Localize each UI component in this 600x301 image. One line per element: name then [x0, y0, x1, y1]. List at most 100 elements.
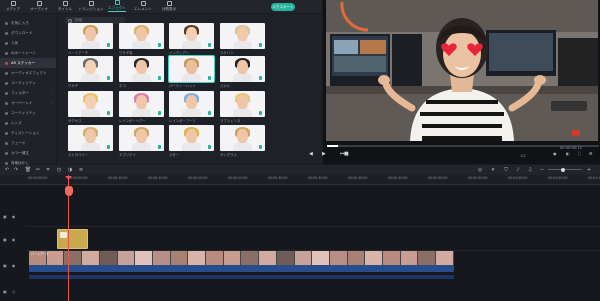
sidebar-item-favorites[interactable]: お気に入り [0, 18, 56, 28]
download-icon[interactable] [107, 43, 110, 47]
ruler-tick-label: 00:00:40:00 [348, 176, 368, 180]
download-icon[interactable] [259, 43, 262, 47]
tab-audio[interactable]: オーディオ [26, 0, 52, 13]
shield-icon[interactable]: ⛉ [503, 167, 509, 173]
sticker-thumbnail[interactable] [220, 91, 265, 117]
render-icon[interactable]: ◎ [477, 167, 483, 173]
playback-progress[interactable] [327, 145, 599, 147]
sticker-thumbnail[interactable] [220, 56, 265, 82]
download-icon[interactable] [158, 145, 161, 149]
download-icon[interactable] [158, 111, 161, 115]
redo-icon[interactable]: ↷ [13, 167, 19, 173]
tab-split-screen[interactable]: 分割表示 [156, 0, 182, 13]
export-button[interactable]: エクスポート [271, 3, 295, 11]
download-icon[interactable] [158, 43, 161, 47]
lock-icon[interactable]: ▣ [3, 237, 7, 242]
stop-button[interactable]: ■ [344, 151, 349, 157]
lock-icon[interactable]: ▣ [3, 263, 7, 268]
settings-icon[interactable]: ⚙ [589, 151, 593, 156]
sidebar-item-filters[interactable]: フィルター › [0, 88, 56, 98]
zoom-in-icon[interactable]: + [586, 167, 592, 173]
sidebar-item-fade[interactable]: フェード [0, 138, 56, 148]
effects-icon [114, 0, 120, 5]
zoom-out-icon[interactable]: − [539, 167, 545, 173]
sidebar-item-utility[interactable]: ユーティリティ [0, 108, 56, 118]
filter-icon [5, 91, 8, 95]
play-button[interactable]: ▶ [322, 151, 326, 157]
undo-icon[interactable]: ↶ [4, 167, 10, 173]
eye-icon[interactable]: ◉ [12, 237, 16, 242]
sticker-thumbnail[interactable] [169, 23, 214, 49]
lock-icon[interactable]: ▣ [3, 214, 7, 219]
delete-icon[interactable]: 🗑 [25, 167, 31, 173]
speed-icon[interactable]: ◷ [56, 167, 62, 173]
download-icon[interactable] [107, 76, 110, 80]
download-icon[interactable] [259, 76, 262, 80]
sticker-thumbnail[interactable] [68, 125, 113, 151]
sidebar-item-utility-top[interactable]: ユーティリティ [0, 78, 56, 88]
sticker-thumbnail[interactable] [168, 55, 215, 83]
eye-icon[interactable]: ◉ [12, 214, 16, 219]
tab-effects[interactable]: エフェクト [104, 0, 130, 13]
download-icon[interactable] [158, 76, 161, 80]
zoom-slider-handle[interactable] [561, 167, 565, 172]
sticker-thumbnail[interactable] [68, 91, 113, 117]
sticker-thumbnail[interactable] [119, 91, 164, 117]
sticker-thumbnail[interactable] [220, 23, 265, 49]
sticker-thumbnail[interactable] [169, 91, 214, 117]
download-icon[interactable] [208, 111, 211, 115]
color-icon [5, 151, 8, 155]
sticker-thumbnail[interactable] [169, 125, 214, 151]
mic-icon[interactable]: ♪ [515, 167, 521, 173]
timeline-ruler[interactable]: 00:00:00:00 00:00:05:00 00:00:10:00 00:00:1… [0, 175, 600, 185]
download-icon[interactable] [208, 76, 211, 80]
video-clip-label: ハートアーチ [31, 252, 49, 256]
speaker-icon[interactable]: ◁ [12, 289, 15, 294]
sidebar-item-audio-effects[interactable]: オーディオエフェクト [0, 68, 56, 78]
sticker-thumbnail[interactable] [68, 56, 113, 82]
tab-media[interactable]: メディア [0, 0, 26, 13]
playhead-handle[interactable] [64, 186, 73, 196]
download-icon[interactable] [107, 111, 110, 115]
crop-icon[interactable]: ⌗ [45, 167, 51, 173]
zoom-slider[interactable] [548, 169, 582, 170]
previous-frame-button[interactable]: ◀ [309, 151, 313, 157]
video-clip[interactable]: ハートアーチ [29, 251, 454, 272]
download-icon[interactable] [107, 145, 110, 149]
eye-icon[interactable]: ◉ [12, 263, 16, 268]
sidebar-item-popular[interactable]: 人気 [0, 38, 56, 48]
tab-titles[interactable]: タイトル [52, 0, 78, 13]
sticker-clip[interactable] [57, 229, 88, 249]
sidebar-item-lens[interactable]: レンズ [0, 118, 56, 128]
sidebar-item-ai-portrait[interactable]: AIポートレート [0, 48, 56, 58]
sidebar-item-color[interactable]: カラー補正 [0, 148, 56, 158]
sidebar-item-ar-stickers[interactable]: AR ステッカー [0, 58, 56, 68]
fullscreen-icon[interactable]: ⛶ [578, 151, 581, 156]
sidebar-item-distortion[interactable]: ディストーション [0, 128, 56, 138]
snapshot-icon[interactable]: ◉ [553, 151, 557, 156]
track-header-1: ▣ ◉ [0, 263, 26, 268]
marker-icon[interactable]: ▾ [490, 167, 496, 173]
download-icon[interactable] [259, 111, 262, 115]
audio-icon[interactable]: ♫ [527, 167, 533, 173]
sticker-thumbnail[interactable] [220, 125, 265, 151]
color-icon[interactable]: ◑ [67, 167, 73, 173]
sticker-thumbnail[interactable] [119, 125, 164, 151]
sidebar-item-overlays[interactable]: オーバーレイ › [0, 98, 56, 108]
video-frame [46, 251, 65, 265]
download-icon[interactable] [208, 145, 211, 149]
preview-quality[interactable]: 1/2 [520, 154, 526, 158]
audio-track-clip[interactable] [29, 275, 454, 279]
lock-icon[interactable]: ▣ [3, 289, 7, 294]
volume-icon[interactable]: ◐ [566, 151, 570, 156]
sticker-thumbnail[interactable] [68, 23, 113, 49]
sticker-thumbnail[interactable] [119, 56, 164, 82]
tab-elements[interactable]: エレメント [130, 0, 156, 13]
sticker-thumbnail[interactable] [119, 23, 164, 49]
tab-transitions[interactable]: トランジション [78, 0, 104, 13]
sidebar-item-downloads[interactable]: ダウンロード [0, 28, 56, 38]
download-icon[interactable] [208, 43, 211, 47]
audio-mixer-icon[interactable]: ≡ [78, 167, 84, 173]
download-icon[interactable] [259, 145, 262, 149]
cut-icon[interactable]: ✂ [35, 167, 41, 173]
